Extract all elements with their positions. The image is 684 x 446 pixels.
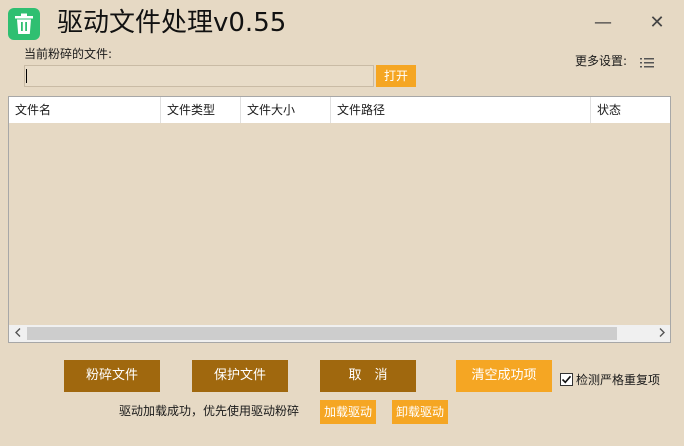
- app-window: 驱动文件处理v0.55 — ✕ 当前粉碎的文件: 打开 更多设置: 文件名 文件…: [0, 0, 684, 446]
- horizontal-scrollbar[interactable]: [9, 325, 670, 342]
- menu-list-icon[interactable]: [640, 56, 654, 70]
- file-list-table[interactable]: 文件名 文件类型 文件大小 文件路径 状态: [8, 96, 671, 343]
- scrollbar-thumb[interactable]: [27, 327, 617, 340]
- minimize-button[interactable]: —: [592, 12, 614, 34]
- cancel-button[interactable]: 取 消: [320, 360, 416, 392]
- more-settings-label: 更多设置:: [575, 54, 628, 68]
- column-header-filetype[interactable]: 文件类型: [161, 97, 241, 123]
- scroll-left-icon[interactable]: [9, 325, 26, 342]
- trash-icon: [8, 8, 40, 40]
- open-file-button[interactable]: 打开: [376, 65, 416, 87]
- scroll-right-icon[interactable]: [653, 325, 670, 342]
- strict-duplicate-label: 检测严格重复项: [576, 373, 661, 387]
- shred-file-button[interactable]: 粉碎文件: [64, 360, 160, 392]
- driver-status-text: 驱动加载成功，优先使用驱动粉碎: [119, 404, 300, 418]
- clear-success-button[interactable]: 清空成功项: [456, 360, 552, 392]
- unload-driver-button[interactable]: 卸载驱动: [392, 400, 448, 424]
- column-header-status[interactable]: 状态: [591, 97, 670, 123]
- current-file-label: 当前粉碎的文件:: [24, 47, 113, 61]
- column-header-filesize[interactable]: 文件大小: [241, 97, 331, 123]
- file-path-input[interactable]: [24, 65, 374, 87]
- protect-file-button[interactable]: 保护文件: [192, 360, 288, 392]
- column-header-filepath[interactable]: 文件路径: [331, 97, 591, 123]
- minimize-icon: —: [594, 12, 612, 33]
- checkbox-box[interactable]: [560, 373, 573, 386]
- column-header-filename[interactable]: 文件名: [9, 97, 161, 123]
- table-header: 文件名 文件类型 文件大小 文件路径 状态: [9, 97, 670, 123]
- close-button[interactable]: ✕: [646, 12, 668, 34]
- close-icon: ✕: [649, 12, 665, 33]
- window-title: 驱动文件处理v0.55: [57, 8, 287, 38]
- checkmark-icon: [561, 375, 572, 384]
- load-driver-button[interactable]: 加载驱动: [320, 400, 376, 424]
- text-caret: [26, 69, 27, 83]
